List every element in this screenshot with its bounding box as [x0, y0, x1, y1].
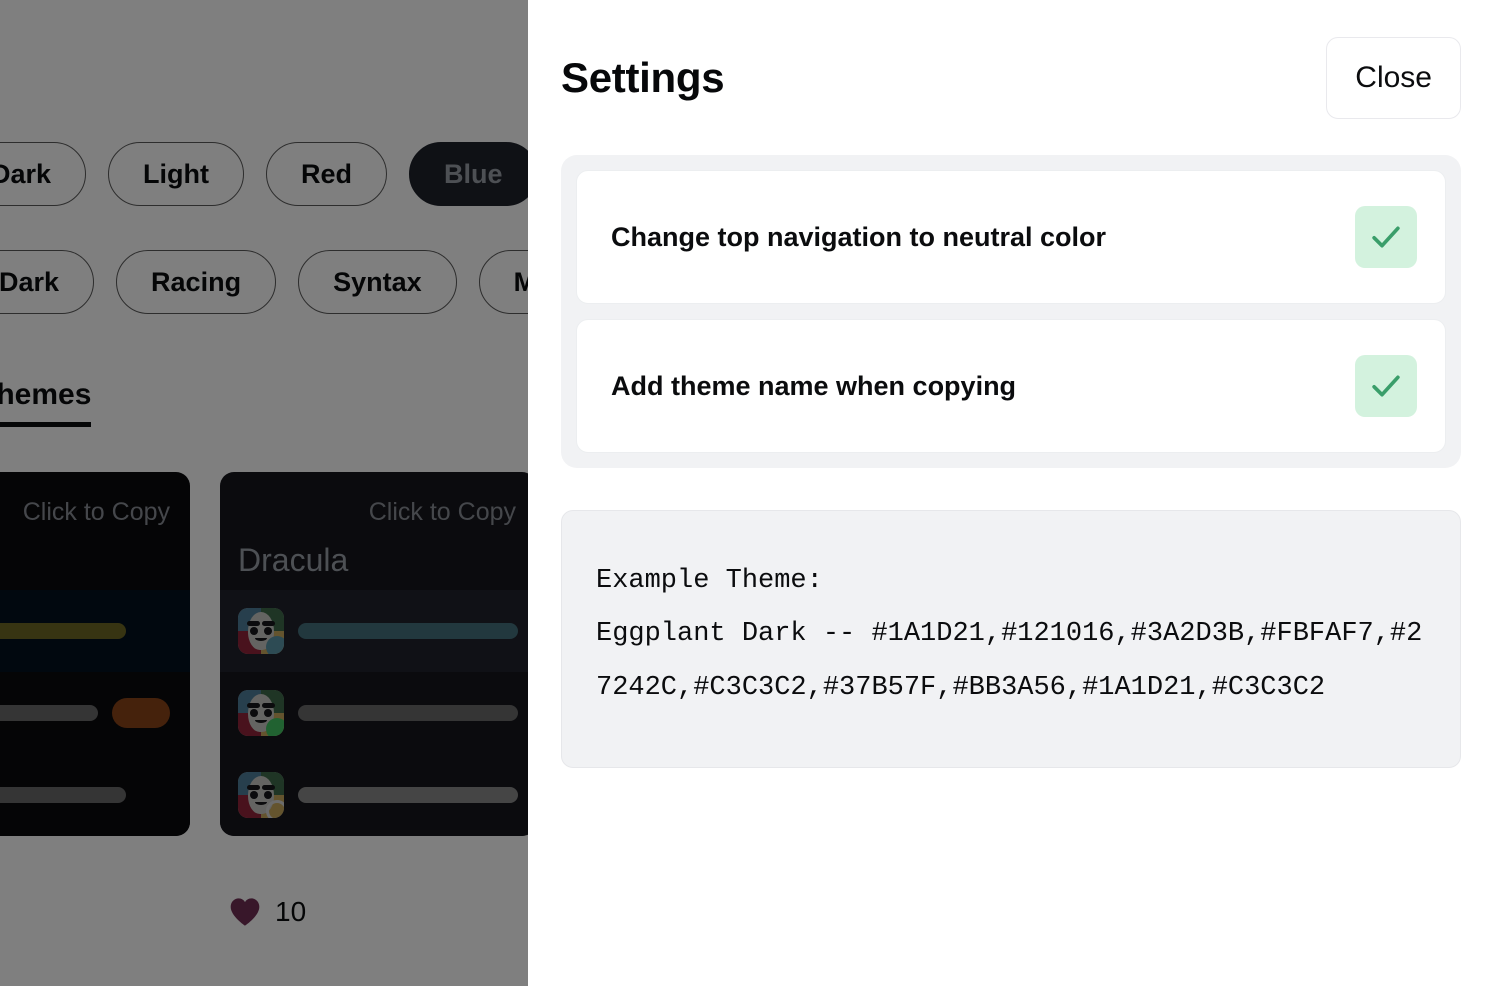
preview-bar [298, 705, 518, 721]
settings-header: Settings Close [528, 0, 1494, 155]
settings-options-group: Change top navigation to neutral color A… [561, 155, 1461, 468]
preview-chip [111, 698, 170, 728]
theme-card[interactable]: Click to Copy [0, 472, 190, 836]
preview-bar [298, 787, 518, 803]
theme-pill-red[interactable]: Red [266, 142, 388, 206]
check-icon [1372, 226, 1400, 248]
status-dot-busy [266, 636, 284, 654]
avatar [238, 608, 284, 654]
setting-label: Change top navigation to neutral color [611, 221, 1107, 252]
close-button[interactable]: Close [1326, 36, 1461, 119]
setting-label: Add theme name when copying [611, 370, 1017, 401]
section-tab-themes[interactable]: Themes [0, 378, 92, 427]
theme-preview-row [0, 590, 190, 672]
avatar [238, 690, 284, 736]
likes-counter[interactable]: 10 [228, 896, 306, 928]
checkbox-theme-name-copy[interactable] [1355, 355, 1417, 417]
theme-card-title: Dracula [238, 542, 349, 578]
theme-preview-row [0, 754, 190, 836]
copy-hint: Click to Copy [22, 498, 170, 526]
status-dot-offline [266, 800, 284, 818]
page-title: Settings [561, 53, 725, 101]
status-dot-online [266, 718, 284, 736]
theme-pill-dark-2[interactable]: Dark [0, 250, 95, 314]
check-icon [1372, 375, 1400, 397]
theme-preview-row [0, 672, 190, 754]
example-theme-code-block: Example Theme: Eggplant Dark -- #1A1D21,… [561, 510, 1461, 769]
theme-pill-syntax[interactable]: Syntax [298, 250, 457, 314]
preview-bar [0, 787, 126, 803]
preview-bar [0, 705, 98, 721]
setting-row-neutral-nav[interactable]: Change top navigation to neutral color [576, 170, 1446, 304]
theme-card-dracula[interactable]: Click to Copy Dracula [220, 472, 536, 836]
theme-pill-racing[interactable]: Racing [116, 250, 277, 314]
app-root: Dark Light Red Blue Green Dark Racing Sy… [0, 0, 1494, 986]
theme-pill-dark[interactable]: Dark [0, 142, 87, 206]
checkbox-neutral-nav[interactable] [1355, 206, 1417, 268]
settings-panel: Settings Close Change top navigation to … [528, 0, 1494, 986]
heart-icon [230, 898, 260, 926]
likes-count: 10 [275, 896, 307, 927]
avatar [238, 772, 284, 818]
theme-pill-light[interactable]: Light [108, 142, 245, 206]
preview-bar [298, 623, 518, 639]
theme-preview-row [220, 754, 536, 836]
preview-bar [0, 623, 126, 639]
example-theme-body: Eggplant Dark -- #1A1D21,#121016,#3A2D3B… [596, 619, 1423, 703]
setting-row-theme-name-copy[interactable]: Add theme name when copying [576, 319, 1446, 453]
theme-preview-row [220, 672, 536, 754]
theme-preview-row [220, 590, 536, 672]
theme-card-head: Click to Copy [0, 472, 190, 590]
theme-card-head: Click to Copy Dracula [220, 472, 536, 590]
example-theme-heading: Example Theme: [596, 566, 823, 596]
theme-pill-blue[interactable]: Blue [409, 142, 538, 206]
copy-hint: Click to Copy [368, 498, 516, 526]
theme-card-grid: Click to Copy Click to Copy Dracula [0, 472, 536, 836]
